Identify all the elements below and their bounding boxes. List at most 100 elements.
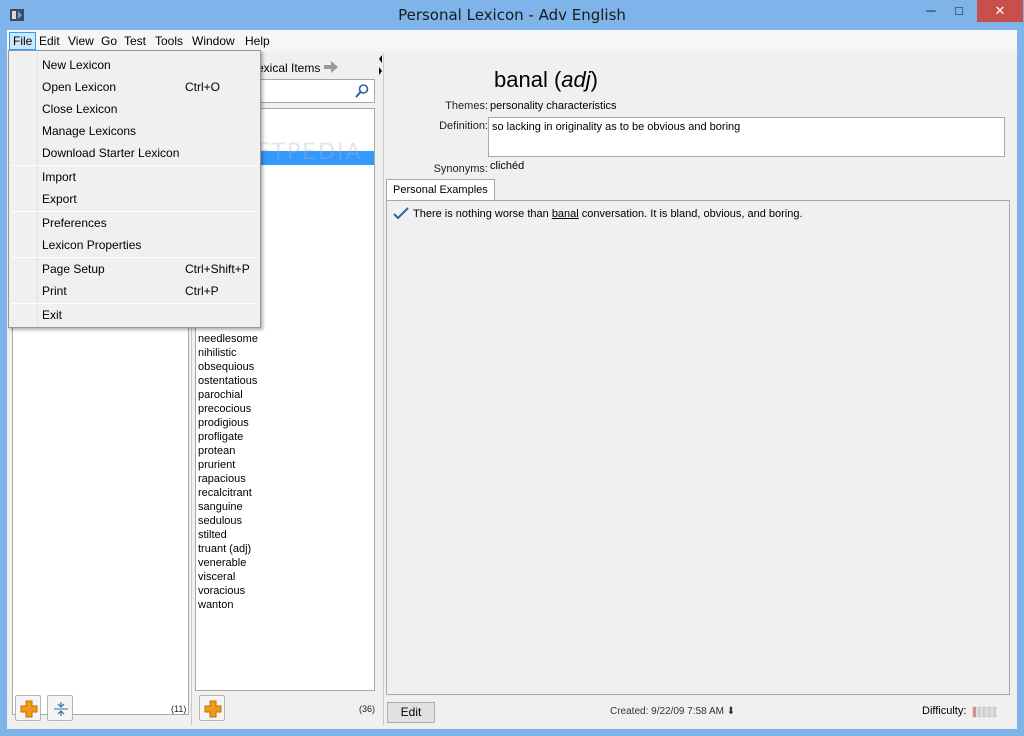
window-title: Personal Lexicon - Adv English — [398, 6, 626, 24]
menu-item-print[interactable]: Print Ctrl+P — [9, 280, 260, 302]
example-text: There is nothing worse than banal conver… — [413, 208, 803, 220]
collapse-icon — [54, 702, 68, 716]
difficulty-label: Difficulty: — [922, 705, 967, 717]
lexical-items-label: exical Items — [257, 61, 321, 75]
list-item[interactable]: wanton — [198, 598, 258, 612]
lexical-items-footer: (36) — [193, 693, 378, 725]
difficulty-bar — [982, 706, 987, 718]
list-item[interactable]: voracious — [198, 584, 258, 598]
menu-item-label: Exit — [42, 308, 63, 322]
menu-item-label: Print — [42, 284, 67, 298]
items-count: (36) — [359, 704, 376, 714]
menu-item-new-lexicon[interactable]: New Lexicon — [9, 54, 260, 76]
categories-footer: (11) — [9, 693, 192, 725]
file-menu-dropdown: New Lexicon Open Lexicon Ctrl+O Close Lex… — [8, 50, 261, 328]
list-item[interactable]: protean — [198, 444, 258, 458]
menu-item-label: Close Lexicon — [42, 102, 118, 116]
menu-item-label: Open Lexicon — [42, 80, 117, 94]
list-item[interactable]: obsequious — [198, 360, 258, 374]
difficulty-bar — [977, 706, 982, 718]
maximize-button[interactable]: □ — [946, 0, 972, 22]
list-item[interactable]: ostentatious — [198, 374, 258, 388]
menu-item-close-lexicon[interactable]: Close Lexicon — [9, 98, 260, 120]
plus-icon — [204, 700, 222, 718]
forward-arrow-icon[interactable] — [323, 60, 339, 74]
menu-item-shortcut: Ctrl+P — [185, 284, 219, 298]
themes-value[interactable]: personality characteristics — [490, 100, 617, 112]
menu-test[interactable]: Test — [121, 32, 149, 50]
difficulty-bar — [987, 706, 992, 718]
list-item[interactable]: stilted — [198, 528, 258, 542]
list-item[interactable]: recalcitrant — [198, 486, 258, 500]
add-category-button[interactable] — [15, 695, 41, 721]
add-item-button[interactable] — [199, 695, 225, 721]
menu-window[interactable]: Window — [189, 32, 238, 50]
menu-edit[interactable]: Edit — [36, 32, 63, 50]
difficulty-meter[interactable] — [972, 706, 998, 718]
word-text: banal — [494, 67, 548, 92]
list-item[interactable]: needlesome — [198, 332, 258, 346]
list-item[interactable]: prurient — [198, 458, 258, 472]
menu-item-label: Lexicon Properties — [42, 238, 142, 252]
menu-item-open-lexicon[interactable]: Open Lexicon Ctrl+O — [9, 76, 260, 98]
example-before: There is nothing worse than — [413, 208, 552, 220]
synonyms-value[interactable]: clichéd — [490, 160, 524, 172]
list-item[interactable]: precocious — [198, 402, 258, 416]
menu-item-shortcut: Ctrl+Shift+P — [185, 262, 250, 276]
menu-item-export[interactable]: Export — [9, 188, 260, 210]
list-item[interactable]: truant (adj) — [198, 542, 258, 556]
menu-bar: File Edit View Go Test Tools Window Help — [7, 30, 1017, 51]
list-item[interactable]: nihilistic — [198, 346, 258, 360]
word-list: needlesome nihilistic obsequious ostentatio… — [198, 332, 258, 612]
synonyms-label: Synonyms: — [433, 163, 488, 175]
menu-item-shortcut: Ctrl+O — [185, 80, 221, 94]
menu-item-label: New Lexicon — [42, 58, 111, 72]
title-bar[interactable]: Personal Lexicon - Adv English ─ □ ✕ — [0, 0, 1024, 30]
edit-button[interactable]: Edit — [387, 702, 435, 723]
list-item[interactable]: sanguine — [198, 500, 258, 514]
menu-help[interactable]: Help — [242, 32, 273, 50]
detail-bottom-bar: Edit Created: 9/22/09 7:58 AM ⬇ Difficul… — [384, 701, 1016, 725]
menu-tools[interactable]: Tools — [152, 32, 186, 50]
list-item[interactable]: prodigious — [198, 416, 258, 430]
menu-item-page-setup[interactable]: Page Setup Ctrl+Shift+P — [9, 258, 260, 280]
menu-item-label: Export — [42, 192, 77, 206]
menu-view[interactable]: View — [65, 32, 97, 50]
search-icon[interactable] — [354, 83, 370, 99]
menu-item-preferences[interactable]: Preferences — [9, 212, 260, 234]
menu-go[interactable]: Go — [98, 32, 120, 50]
plus-icon — [20, 700, 38, 718]
definition-label: Definition: — [439, 120, 488, 132]
menu-item-label: Page Setup — [42, 262, 105, 276]
list-item[interactable]: parochial — [198, 388, 258, 402]
menu-item-label: Download Starter Lexicon — [42, 146, 180, 160]
check-icon — [393, 207, 409, 220]
menu-item-exit[interactable]: Exit — [9, 304, 260, 326]
detail-panel: banal (adj) Themes: personality characte… — [383, 53, 1015, 725]
example-after: conversation. It is bland, obvious, and … — [578, 208, 803, 220]
close-button[interactable]: ✕ — [977, 0, 1023, 22]
difficulty-bar — [992, 706, 997, 718]
menu-file[interactable]: File — [9, 32, 37, 50]
menu-item-import[interactable]: Import — [9, 166, 260, 188]
menu-item-download-starter[interactable]: Download Starter Lexicon — [9, 142, 260, 164]
list-item[interactable]: sedulous — [198, 514, 258, 528]
list-item[interactable]: rapacious — [198, 472, 258, 486]
collapse-button[interactable] — [47, 695, 73, 721]
themes-label: Themes: — [445, 100, 488, 112]
menu-item-lexicon-properties[interactable]: Lexicon Properties — [9, 234, 260, 256]
list-item[interactable]: venerable — [198, 556, 258, 570]
menu-item-manage-lexicons[interactable]: Manage Lexicons — [9, 120, 260, 142]
list-item[interactable]: visceral — [198, 570, 258, 584]
part-of-speech: adj — [561, 67, 591, 92]
menu-item-label: Import — [42, 170, 77, 184]
definition-field[interactable]: so lacking in originality as to be obvio… — [488, 117, 1005, 157]
minimize-button[interactable]: ─ — [918, 0, 944, 22]
app-window: Personal Lexicon - Adv English ─ □ ✕ Fil… — [0, 0, 1024, 736]
word-heading: banal (adj) — [494, 67, 598, 92]
created-timestamp: Created: 9/22/09 7:58 AM ⬇ — [610, 706, 736, 717]
list-item[interactable]: profligate — [198, 430, 258, 444]
tab-personal-examples[interactable]: Personal Examples — [386, 179, 495, 200]
difficulty-bar — [972, 706, 977, 718]
categories-count: (11) — [171, 704, 187, 714]
